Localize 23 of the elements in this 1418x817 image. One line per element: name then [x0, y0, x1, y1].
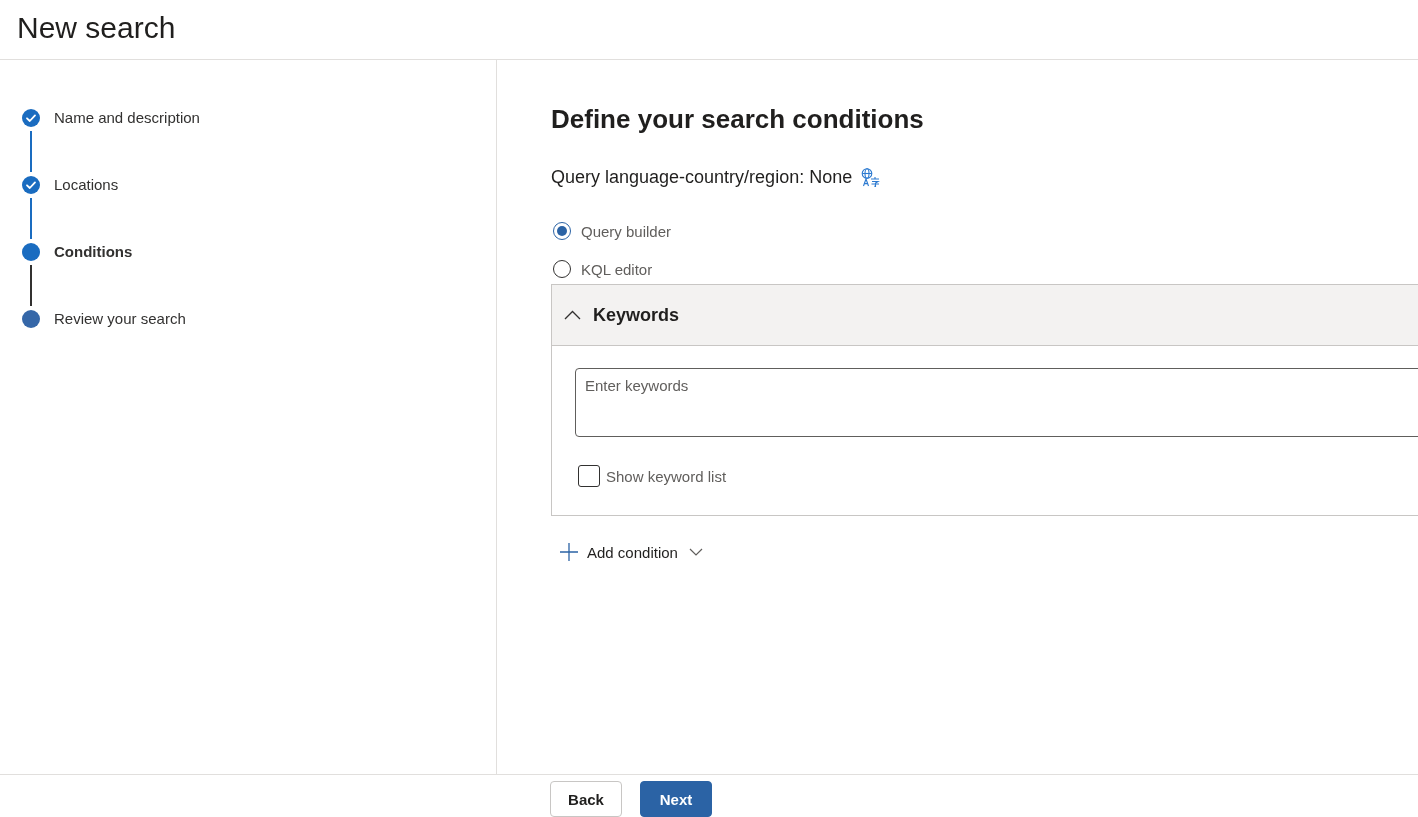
language-icon[interactable] — [861, 167, 881, 187]
step-label[interactable]: Conditions — [54, 243, 133, 261]
keywords-input[interactable]: Enter keywords — [575, 368, 1418, 437]
secondary-button[interactable]: Back — [550, 781, 622, 817]
checkbox-option[interactable]: Show keyword list — [578, 465, 727, 487]
checkbox-icon[interactable] — [578, 465, 600, 487]
step-label[interactable]: Name and description — [54, 109, 200, 127]
query-language-text: Query language-country/region: None — [551, 166, 853, 189]
page-title: New search — [17, 10, 176, 46]
add-condition-button[interactable]: Add condition — [560, 543, 703, 561]
plus-icon — [560, 543, 578, 561]
step-connector — [30, 131, 32, 172]
keywords-panel-header[interactable]: Keywords — [552, 285, 1418, 346]
radio-option[interactable]: Query builder — [553, 221, 672, 241]
step-label[interactable]: Review your search — [54, 310, 186, 328]
section-heading: Define your search conditions — [551, 103, 924, 135]
step-connector — [30, 198, 32, 239]
step-label[interactable]: Locations — [54, 176, 119, 194]
radio-option[interactable]: KQL editor — [553, 259, 672, 279]
chevron-down-icon — [688, 548, 703, 556]
primary-button[interactable]: Next — [640, 781, 712, 817]
step-connector — [30, 265, 32, 306]
chevron-icon — [564, 310, 581, 320]
